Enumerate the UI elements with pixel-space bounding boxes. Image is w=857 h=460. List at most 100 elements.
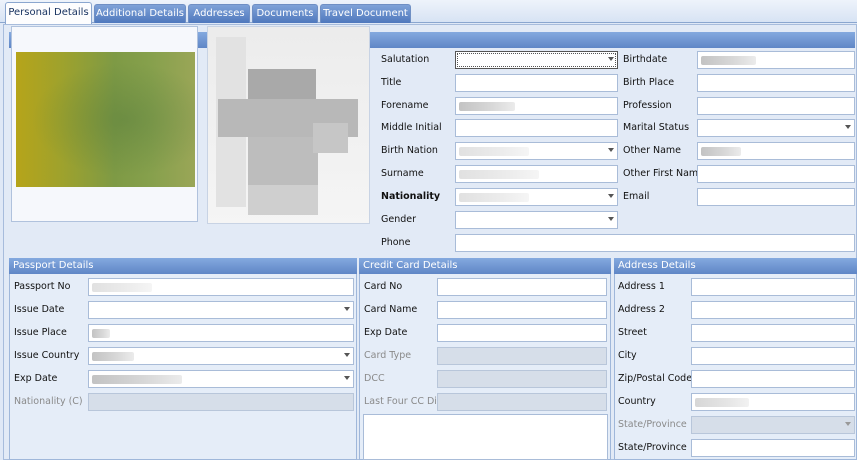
address2-field[interactable]	[691, 301, 855, 319]
address2-label: Address 2	[618, 304, 665, 315]
chevron-down-icon[interactable]	[344, 307, 350, 311]
country-field[interactable]	[691, 393, 855, 411]
cc-exp-date-label: Exp Date	[364, 327, 408, 338]
phone-label: Phone	[381, 237, 411, 248]
cc-notes-area[interactable]	[363, 414, 608, 460]
marital-status-select[interactable]	[697, 119, 855, 137]
title-label: Title	[381, 77, 402, 88]
card-no-label: Card No	[364, 281, 403, 292]
birthdate-label: Birthdate	[623, 54, 668, 65]
chevron-down-icon[interactable]	[344, 353, 350, 357]
birth-nation-select[interactable]	[455, 142, 618, 160]
tab-addresses[interactable]: Addresses	[188, 4, 250, 23]
other-first-name-field[interactable]	[697, 165, 855, 183]
redacted-value	[701, 147, 741, 156]
salutation-label: Salutation	[381, 54, 430, 65]
passport-details-header: Passport Details	[9, 258, 357, 274]
card-type-field	[437, 347, 607, 365]
city-field[interactable]	[691, 347, 855, 365]
passport-no-field[interactable]	[88, 278, 354, 296]
state-province-disabled-select	[691, 416, 855, 434]
forename-field[interactable]	[455, 97, 618, 115]
last-four-cc-field	[437, 393, 607, 411]
issue-date-select[interactable]	[88, 301, 354, 319]
chevron-down-icon[interactable]	[845, 125, 851, 129]
id-portrait-image	[207, 26, 370, 224]
nationality-c-field	[88, 393, 354, 411]
gender-select[interactable]	[455, 211, 618, 229]
marital-status-label: Marital Status	[623, 122, 690, 133]
chevron-down-icon	[845, 422, 851, 426]
middle-initial-field[interactable]	[455, 119, 618, 137]
email-field[interactable]	[697, 188, 855, 206]
redacted-value	[459, 170, 539, 179]
surname-label: Surname	[381, 168, 424, 179]
chevron-down-icon[interactable]	[608, 148, 614, 152]
title-field[interactable]	[455, 74, 618, 92]
redacted-value	[92, 329, 110, 338]
tab-additional-details[interactable]: Additional Details	[94, 4, 186, 23]
redacted-value	[92, 375, 182, 384]
country-label: Country	[618, 396, 656, 407]
profession-label: Profession	[623, 100, 672, 111]
chevron-down-icon[interactable]	[608, 217, 614, 221]
salutation-select[interactable]	[455, 51, 618, 69]
tab-travel-document[interactable]: Travel Document	[320, 4, 411, 23]
state-province-field[interactable]	[691, 439, 855, 457]
forename-label: Forename	[381, 100, 429, 111]
redacted-value	[92, 283, 152, 292]
card-name-label: Card Name	[364, 304, 418, 315]
exp-date-label: Exp Date	[14, 373, 58, 384]
city-label: City	[618, 350, 637, 361]
nationality-c-label: Nationality (C)	[14, 396, 83, 407]
surname-field[interactable]	[455, 165, 618, 183]
issue-place-label: Issue Place	[14, 327, 67, 338]
other-name-field[interactable]	[697, 142, 855, 160]
nationality-select[interactable]	[455, 188, 618, 206]
photo-frame	[11, 26, 198, 222]
address-details-header: Address Details	[614, 258, 857, 274]
passport-no-label: Passport No	[14, 281, 71, 292]
email-label: Email	[623, 191, 650, 202]
card-no-field[interactable]	[437, 278, 607, 296]
other-first-name-label: Other First Name	[623, 168, 705, 179]
last-four-cc-label: Last Four CC Dig	[364, 396, 443, 407]
street-field[interactable]	[691, 324, 855, 342]
issue-country-label: Issue Country	[14, 350, 80, 361]
issue-country-select[interactable]	[88, 347, 354, 365]
redacted-value	[459, 193, 529, 202]
birth-nation-label: Birth Nation	[381, 145, 438, 156]
chevron-down-icon[interactable]	[344, 376, 350, 380]
phone-field[interactable]	[455, 234, 855, 252]
redacted-value	[695, 398, 749, 407]
middle-initial-label: Middle Initial	[381, 122, 442, 133]
profession-field[interactable]	[697, 97, 855, 115]
state-province-disabled-label: State/Province	[618, 419, 687, 430]
issue-date-label: Issue Date	[14, 304, 65, 315]
card-type-label: Card Type	[364, 350, 412, 361]
exp-date-select[interactable]	[88, 370, 354, 388]
nationality-label: Nationality	[381, 191, 441, 202]
dcc-label: DCC	[364, 373, 385, 384]
state-province-label: State/Province	[618, 442, 687, 453]
birth-place-field[interactable]	[697, 74, 855, 92]
redacted-value	[92, 352, 134, 361]
street-label: Street	[618, 327, 647, 338]
card-name-field[interactable]	[437, 301, 607, 319]
tab-personal-details[interactable]: Personal Details	[5, 2, 92, 24]
cc-exp-date-field[interactable]	[437, 324, 607, 342]
chevron-down-icon[interactable]	[608, 57, 614, 61]
birthdate-field[interactable]	[697, 51, 855, 69]
zip-label: Zip/Postal Code	[618, 373, 693, 384]
gender-label: Gender	[381, 214, 417, 225]
address1-label: Address 1	[618, 281, 665, 292]
address1-field[interactable]	[691, 278, 855, 296]
redacted-value	[701, 56, 756, 65]
zip-field[interactable]	[691, 370, 855, 388]
birth-place-label: Birth Place	[623, 77, 675, 88]
dcc-field	[437, 370, 607, 388]
guest-photo	[16, 52, 195, 187]
tab-documents[interactable]: Documents	[252, 4, 318, 23]
issue-place-field[interactable]	[88, 324, 354, 342]
chevron-down-icon[interactable]	[608, 194, 614, 198]
